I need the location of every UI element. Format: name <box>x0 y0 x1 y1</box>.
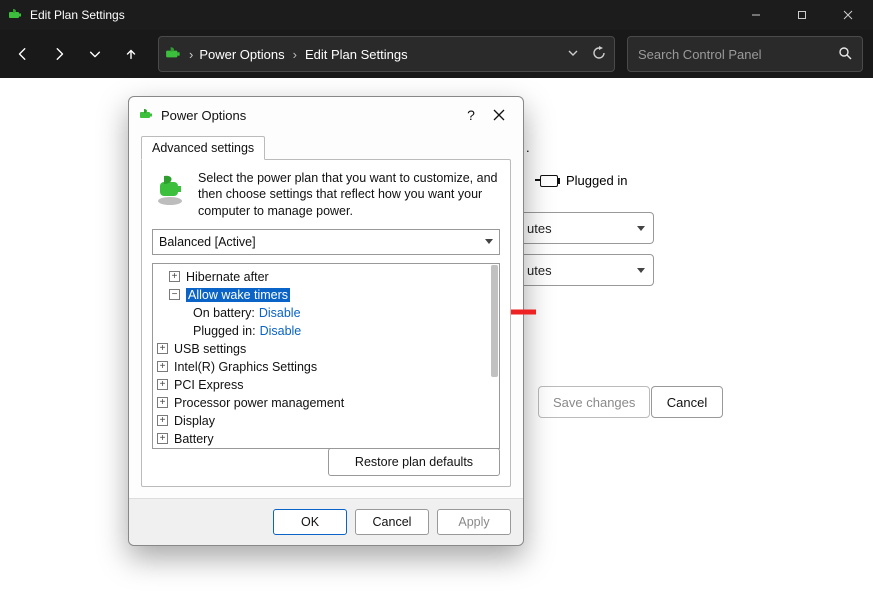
search-input[interactable]: Search Control Panel <box>627 36 863 72</box>
breadcrumb-edit-plan[interactable]: Edit Plan Settings <box>305 47 408 62</box>
minimize-button[interactable] <box>733 0 779 30</box>
dialog-title: Power Options <box>161 108 457 123</box>
settings-tree: +Hibernate after −Allow wake timers On b… <box>152 263 500 449</box>
tree-scrollbar[interactable] <box>490 265 498 447</box>
cancel-button-bg[interactable]: Cancel <box>651 386 723 418</box>
search-icon <box>838 46 852 63</box>
expand-icon[interactable]: + <box>157 433 168 444</box>
power-plan-icon <box>8 7 24 23</box>
address-dropdown-button[interactable] <box>566 46 580 63</box>
window-title: Edit Plan Settings <box>30 8 733 22</box>
chevron-right-icon: › <box>293 47 297 62</box>
combo-selected-value: Balanced [Active] <box>159 235 256 249</box>
power-options-dialog: Power Options ? Advanced settings Select… <box>128 96 524 546</box>
window-titlebar: Edit Plan Settings <box>0 0 873 30</box>
restore-defaults-button[interactable]: Restore plan defaults <box>328 448 500 476</box>
expand-icon[interactable]: + <box>157 343 168 354</box>
help-button[interactable]: ? <box>457 103 485 127</box>
display-timeout-plugged-dropdown[interactable]: utes <box>518 212 654 244</box>
column-plugged-in: Plugged in <box>540 173 627 188</box>
tree-node-usb-settings[interactable]: +USB settings <box>157 340 491 358</box>
tree-node-pci-express[interactable]: +PCI Express <box>157 376 491 394</box>
expand-icon[interactable]: + <box>157 379 168 390</box>
tree-node-wake-plugged-in[interactable]: Plugged in:Disable <box>157 322 491 340</box>
save-changes-button[interactable]: Save changes <box>538 386 650 418</box>
dialog-intro-text: Select the power plan that you want to c… <box>198 170 500 219</box>
tree-node-hibernate-after[interactable]: +Hibernate after <box>157 268 491 286</box>
dialog-titlebar[interactable]: Power Options ? <box>129 97 523 133</box>
power-plan-combo[interactable]: Balanced [Active] <box>152 229 500 255</box>
power-plan-icon <box>165 45 183 63</box>
chevron-right-icon: › <box>189 47 193 62</box>
power-plan-large-icon <box>152 172 188 208</box>
wake-plugged-in-value: Disable <box>260 324 302 338</box>
close-button[interactable] <box>825 0 871 30</box>
dialog-footer: OK Cancel Apply <box>129 498 523 545</box>
sleep-timeout-plugged-dropdown[interactable]: utes <box>518 254 654 286</box>
apply-button[interactable]: Apply <box>437 509 511 535</box>
recent-locations-button[interactable] <box>78 36 112 72</box>
tree-node-allow-wake-timers[interactable]: −Allow wake timers <box>157 286 491 304</box>
chevron-down-icon <box>637 226 645 231</box>
tree-node-intel-graphics[interactable]: +Intel(R) Graphics Settings <box>157 358 491 376</box>
chevron-down-icon <box>637 268 645 273</box>
wake-on-battery-value: Disable <box>259 306 301 320</box>
cancel-button[interactable]: Cancel <box>355 509 429 535</box>
expand-icon[interactable]: + <box>157 415 168 426</box>
refresh-button[interactable] <box>592 46 606 63</box>
up-button[interactable] <box>114 36 148 72</box>
tree-node-wake-on-battery[interactable]: On battery:Disable <box>157 304 491 322</box>
nav-toolbar: › Power Options › Edit Plan Settings Sea… <box>0 30 873 78</box>
back-button[interactable] <box>6 36 40 72</box>
collapse-icon[interactable]: − <box>169 289 180 300</box>
tree-node-display[interactable]: +Display <box>157 412 491 430</box>
tab-advanced-settings[interactable]: Advanced settings <box>141 136 265 160</box>
scrollbar-thumb[interactable] <box>491 265 498 377</box>
bg-truncated-text: . <box>526 140 530 155</box>
maximize-button[interactable] <box>779 0 825 30</box>
breadcrumb-power-options[interactable]: Power Options <box>199 47 284 62</box>
tree-node-battery[interactable]: +Battery <box>157 430 491 448</box>
dialog-close-button[interactable] <box>485 103 513 127</box>
tree-node-processor-power[interactable]: +Processor power management <box>157 394 491 412</box>
power-plan-icon <box>139 107 155 123</box>
plug-icon <box>540 175 558 187</box>
expand-icon[interactable]: + <box>169 271 180 282</box>
address-bar[interactable]: › Power Options › Edit Plan Settings <box>158 36 615 72</box>
chevron-down-icon <box>485 239 493 244</box>
search-placeholder: Search Control Panel <box>638 47 838 62</box>
forward-button[interactable] <box>42 36 76 72</box>
expand-icon[interactable]: + <box>157 397 168 408</box>
ok-button[interactable]: OK <box>273 509 347 535</box>
expand-icon[interactable]: + <box>157 361 168 372</box>
